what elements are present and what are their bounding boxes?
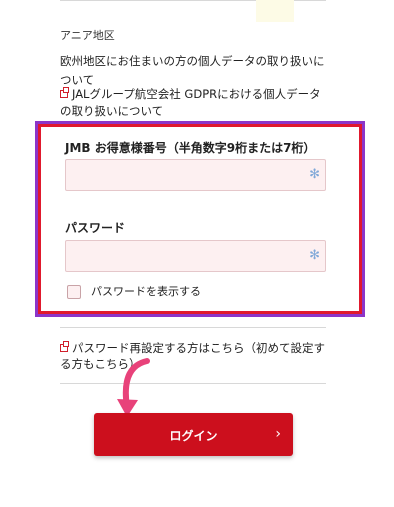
form-divider (60, 327, 326, 328)
external-link-icon (60, 341, 69, 352)
login-form-highlight: JMB お得意様番号（半角数字9桁または7桁） ✻ パスワード ✻ パスワードを… (35, 121, 365, 317)
gdpr-link-label: JALグループ航空会社 GDPRにおける個人データの取り扱いについて (60, 87, 321, 118)
member-number-label: JMB お得意様番号（半角数字9桁または7桁） (65, 141, 316, 155)
password-reset-link[interactable]: パスワード再設定する方はこちら（初めて設定する方もこちら） (60, 340, 328, 372)
region-text: アニア地区 (60, 29, 115, 42)
highlight-tab (256, 0, 294, 22)
chevron-right-icon: › (275, 426, 281, 442)
gdpr-link[interactable]: JALグループ航空会社 GDPRにおける個人データの取り扱いについて (60, 86, 328, 120)
member-number-input[interactable]: ✻ (65, 159, 326, 191)
show-password-checkbox[interactable] (67, 285, 81, 299)
password-reset-label: パスワード再設定する方はこちら（初めて設定する方もこちら） (60, 341, 325, 371)
login-button-label: ログイン (169, 429, 218, 443)
bottom-divider (60, 383, 326, 384)
password-input[interactable]: ✻ (65, 240, 326, 272)
asterisk-icon: ✻ (309, 167, 320, 182)
show-password-label[interactable]: パスワードを表示する (91, 285, 201, 299)
asterisk-icon: ✻ (309, 248, 320, 263)
login-button[interactable]: ログイン › (94, 413, 293, 456)
login-form: JMB お得意様番号（半角数字9桁または7桁） ✻ パスワード ✻ パスワードを… (38, 124, 362, 314)
password-label: パスワード (65, 221, 126, 235)
external-link-icon (60, 87, 69, 98)
europe-notice-text: 欧州地区にお住まいの方の個人データの取り扱いについて (60, 54, 325, 87)
